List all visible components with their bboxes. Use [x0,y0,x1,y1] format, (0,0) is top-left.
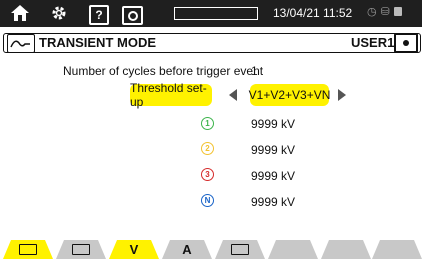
threshold-selector[interactable]: V1+V2+V3+VN [249,84,330,106]
phase-2-value[interactable]: 9999 kV [251,143,295,157]
voltage-tab[interactable]: V [109,240,159,259]
envelope-tab[interactable] [215,240,265,259]
phase-1-value[interactable]: 9999 kV [251,117,295,131]
transient-mode-tab[interactable] [3,240,53,259]
cycles-value[interactable]: 1 [251,64,258,78]
phase-2-icon: 2 [201,142,214,155]
next-arrow-icon[interactable] [338,89,346,101]
user-icon[interactable] [394,33,418,53]
datetime: 13/04/21 11:52 [273,6,353,20]
status-icons: ◷ ⛁ [367,5,402,18]
cycles-label: Number of cycles before trigger event [63,64,264,78]
waveform-glyph [10,40,30,48]
gear-glyph [52,6,66,20]
phase-1-icon: 1 [201,117,214,130]
memory-bar [174,7,258,20]
empty-tab-2[interactable] [321,240,371,259]
phase-3-value[interactable]: 9999 kV [251,169,295,183]
empty-tab-3[interactable] [372,240,422,259]
transient-mode-icon [7,34,35,53]
help-icon[interactable]: ? [89,5,109,25]
home-glyph [11,5,29,21]
camera-icon[interactable] [122,6,143,25]
home-icon[interactable] [9,3,31,23]
envelope-icon [231,244,249,255]
clock-icon: ◷ [367,6,377,18]
inrush-icon [72,244,90,255]
phase-3-icon: 3 [201,168,214,181]
user-label: USER1 [351,35,395,50]
inrush-tab[interactable] [56,240,106,259]
previous-arrow-icon[interactable] [229,89,237,101]
phase-n-value[interactable]: 9999 kV [251,195,295,209]
settings-icon[interactable] [49,3,69,23]
empty-tab-1[interactable] [268,240,318,259]
page-title: TRANSIENT MODE [39,35,156,50]
network-icon: ⛁ [380,6,390,18]
phase-n-icon: N [201,194,214,207]
status-bar: ? 13/04/21 11:52 ◷ ⛁ [0,0,422,27]
threshold-setup-label[interactable]: Threshold set-up [130,81,212,109]
current-tab[interactable]: A [162,240,212,259]
battery-icon [393,7,402,16]
waveform-icon [19,244,37,255]
bottom-tab-bar: V A [0,236,422,259]
